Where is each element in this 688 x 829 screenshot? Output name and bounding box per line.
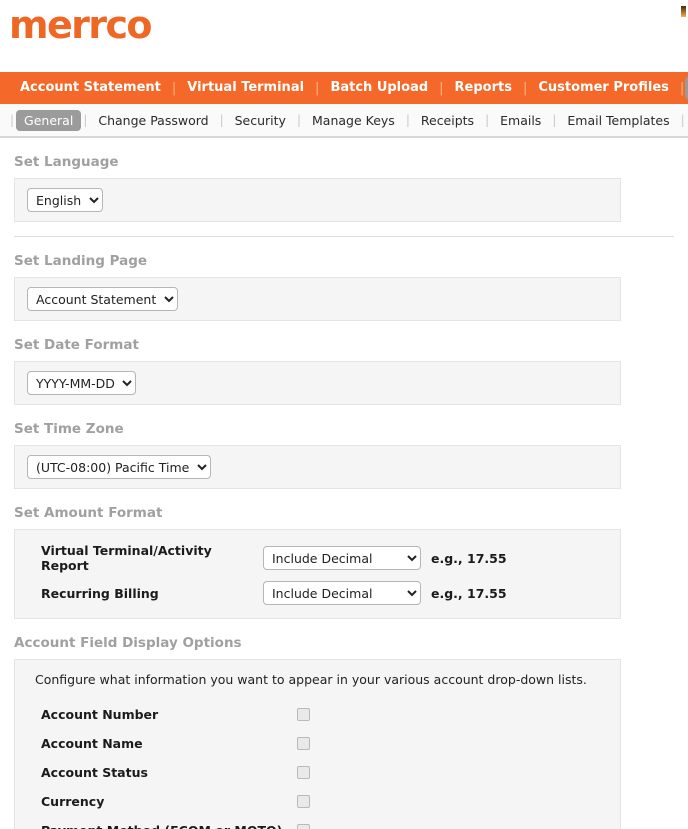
brand-logo[interactable]: merrco [9,3,151,47]
page-header: merrco [0,0,688,72]
nav-item-customer-profiles[interactable]: Customer Profiles [528,76,679,100]
panel-date-format: YYYY-MM-DD [14,361,621,405]
subnav-item-general[interactable]: General [16,110,81,131]
subnav-separator: | [679,113,687,127]
nav-item-virtual-terminal[interactable]: Virtual Terminal [177,76,314,100]
section-set-time-zone: Set Time Zone (UTC-08:00) Pacific Time [0,405,688,489]
section-set-amount-format: Set Amount Format Virtual Terminal/Activ… [0,489,688,619]
section-set-date-format: Set Date Format YYYY-MM-DD [0,321,688,405]
account-field-row: Currency [27,787,608,816]
panel-amount-format: Virtual Terminal/Activity ReportInclude … [14,529,621,619]
account-field-checkbox[interactable] [297,737,310,750]
account-fields-description: Configure what information you want to a… [27,672,608,700]
subnav-item-change-password[interactable]: Change Password [89,110,217,131]
amount-format-select-wrap: Include Decimal [263,581,423,605]
amount-format-select-wrap: Include Decimal [263,546,423,570]
section-set-language: Set Language English [0,138,688,222]
account-field-row: Account Status [27,758,608,787]
account-field-checkbox[interactable] [297,766,310,779]
account-field-checkbox[interactable] [297,708,310,721]
amount-format-example: e.g., 17.55 [423,551,507,566]
subnav-item-security[interactable]: Security [226,110,295,131]
subnav-separator: | [404,113,412,127]
section-title-amount-format: Set Amount Format [0,489,688,529]
subnav-item-receipts[interactable]: Receipts [412,110,483,131]
date-format-select[interactable]: YYYY-MM-DD [27,371,136,395]
subnav-separator: | [550,113,558,127]
panel-account-fields: Configure what information you want to a… [14,659,621,829]
account-field-row: Account Name [27,729,608,758]
language-select[interactable]: English [27,188,103,212]
corner-marker-icon [681,6,686,17]
subnav-item-email-templates[interactable]: Email Templates [558,110,678,131]
section-account-field-display: Account Field Display Options Configure … [0,619,688,829]
panel-time-zone: (UTC-08:00) Pacific Time [14,445,621,489]
amount-format-label: Virtual Terminal/Activity Report [27,543,263,573]
landing-page-select[interactable]: Account Statement [27,287,178,311]
subnav-item-emails[interactable]: Emails [491,110,550,131]
nav-item-batch-upload[interactable]: Batch Upload [320,76,438,100]
sub-navigation: |General|Change Password|Security|Manage… [0,104,688,138]
time-zone-select[interactable]: (UTC-08:00) Pacific Time [27,455,211,479]
amount-format-example: e.g., 17.55 [423,586,507,601]
account-field-label: Currency [27,794,297,809]
settings-content: Set Language English Set Landing Page Ac… [0,138,688,829]
amount-format-row: Virtual Terminal/Activity ReportInclude … [27,539,608,577]
section-title-account-fields: Account Field Display Options [0,619,688,659]
account-field-checkbox[interactable] [297,824,310,829]
account-field-checkbox[interactable] [297,795,310,808]
amount-format-row: Recurring BillingInclude Decimale.g., 17… [27,577,608,609]
amount-format-select-1[interactable]: Include Decimal [263,546,421,570]
account-field-row: Payment Method (ECOM or MOTO) [27,816,608,829]
subnav-separator: | [218,113,226,127]
panel-landing-page: Account Statement [14,277,621,321]
nav-item-account-statement[interactable]: Account Statement [10,76,171,100]
amount-format-label: Recurring Billing [27,586,263,601]
subnav-separator: | [295,113,303,127]
section-title-time-zone: Set Time Zone [0,405,688,445]
subnav-item-manage-keys[interactable]: Manage Keys [303,110,404,131]
section-title-landing-page: Set Landing Page [0,237,688,277]
account-field-label: Account Status [27,765,297,780]
section-set-landing-page: Set Landing Page Account Statement [0,237,688,321]
account-field-label: Account Name [27,736,297,751]
account-field-label: Account Number [27,707,297,722]
section-title-language: Set Language [0,138,688,178]
section-title-date-format: Set Date Format [0,321,688,361]
subnav-separator: | [483,113,491,127]
amount-format-select-2[interactable]: Include Decimal [263,581,421,605]
account-fields-list: Account Number Account Name Account Status… [27,700,608,829]
panel-language: English [14,178,621,222]
account-field-label: Payment Method (ECOM or MOTO) [27,823,297,829]
main-navigation: Account Statement|Virtual Terminal|Batch… [0,72,688,104]
subnav-separator: | [8,113,16,127]
account-field-row: Account Number [27,700,608,729]
subnav-separator: | [81,113,89,127]
nav-item-reports[interactable]: Reports [445,76,522,100]
